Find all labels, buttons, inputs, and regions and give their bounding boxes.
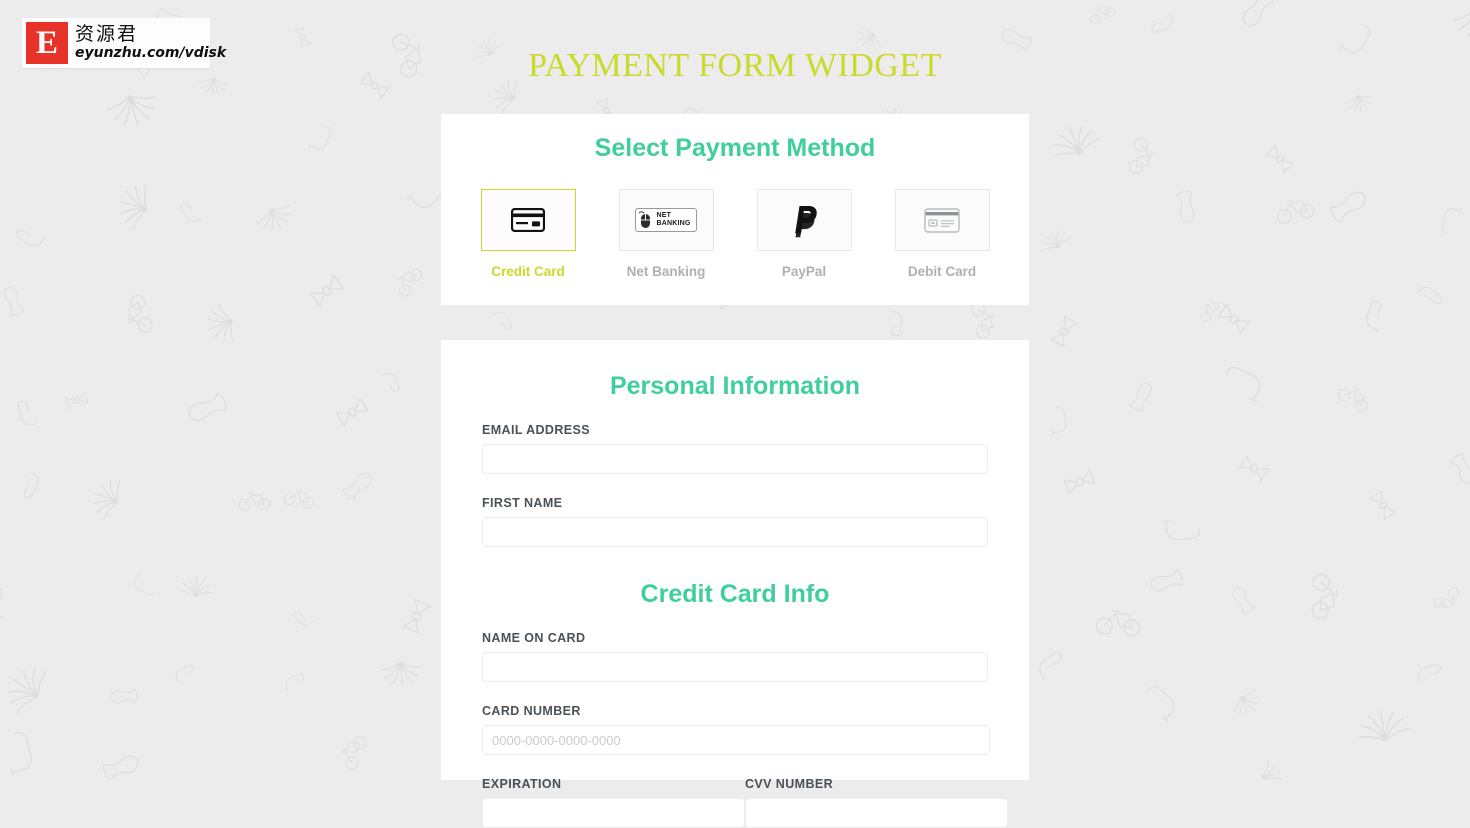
personal-information-heading: Personal Information — [609, 372, 861, 400]
payment-method-heading: Select Payment Method — [594, 134, 876, 162]
field-expiration: EXPIRATION — [482, 777, 745, 828]
expiration-cvv-row: EXPIRATION CVV NUMBER — [482, 777, 1008, 828]
field-email-address: EMAIL ADDRESS — [482, 423, 988, 474]
email-address-input[interactable] — [482, 444, 988, 474]
field-name-on-card: NAME ON CARD — [482, 631, 988, 682]
net-banking-line2: BANKING — [656, 220, 691, 227]
email-address-label: EMAIL ADDRESS — [482, 423, 590, 437]
first-name-label: FIRST NAME — [482, 496, 563, 510]
payment-method-tile[interactable] — [894, 189, 990, 251]
field-card-number: CARD NUMBER — [482, 704, 990, 755]
net-banking-line1: NET — [656, 211, 672, 219]
card-number-input[interactable] — [482, 725, 990, 755]
net-banking-icon: NET BANKING — [635, 208, 697, 232]
name-on-card-input[interactable] — [482, 652, 988, 682]
net-banking-icon-text: NET BANKING — [656, 212, 690, 229]
site-logo[interactable]: E 资源君 eyunzhu.com/vdisk — [22, 18, 226, 68]
expiration-label: EXPIRATION — [482, 777, 562, 791]
mouse-icon — [639, 211, 651, 228]
payment-method-tile[interactable]: NET BANKING — [618, 189, 714, 251]
first-name-input[interactable] — [482, 517, 988, 547]
name-on-card-label: NAME ON CARD — [482, 631, 586, 645]
field-cvv-number: CVV NUMBER — [745, 777, 1008, 828]
logo-url: eyunzhu.com/vdisk — [75, 44, 227, 61]
payment-method-label: Net Banking — [626, 264, 706, 279]
payment-method-tile[interactable] — [756, 189, 852, 251]
payment-method-credit-card[interactable]: Credit Card — [480, 189, 576, 279]
payment-method-tile[interactable] — [480, 189, 576, 251]
logo-chinese-name: 资源君 — [75, 22, 139, 45]
credit-card-info-heading: Credit Card Info — [640, 580, 830, 608]
debit-card-icon — [924, 207, 960, 233]
credit-card-icon — [511, 208, 545, 232]
payment-form-panel: Personal Information EMAIL ADDRESS FIRST… — [441, 340, 1029, 828]
cvv-number-input[interactable] — [745, 798, 1008, 828]
paypal-icon — [795, 206, 817, 238]
payment-method-options: Credit Card NET BANKING Net Banking PayP… — [441, 189, 1029, 279]
field-first-name: FIRST NAME — [482, 496, 988, 547]
payment-method-label: PayPal — [781, 264, 827, 279]
payment-method-panel: Select Payment Method Credit Card NET BA… — [441, 114, 1029, 305]
payment-method-paypal[interactable]: PayPal — [756, 189, 852, 279]
card-number-label: CARD NUMBER — [482, 704, 581, 718]
expiration-input[interactable] — [482, 798, 745, 828]
logo-text-block: 资源君 eyunzhu.com/vdisk — [75, 22, 227, 61]
logo-mark-letter: E — [35, 24, 58, 61]
logo-mark: E — [26, 22, 68, 64]
payment-method-label: Debit Card — [907, 264, 977, 279]
payment-method-debit-card[interactable]: Debit Card — [894, 189, 990, 279]
cvv-number-label: CVV NUMBER — [745, 777, 834, 791]
payment-method-label: Credit Card — [491, 264, 565, 279]
payment-method-net-banking[interactable]: NET BANKING Net Banking — [618, 189, 714, 279]
